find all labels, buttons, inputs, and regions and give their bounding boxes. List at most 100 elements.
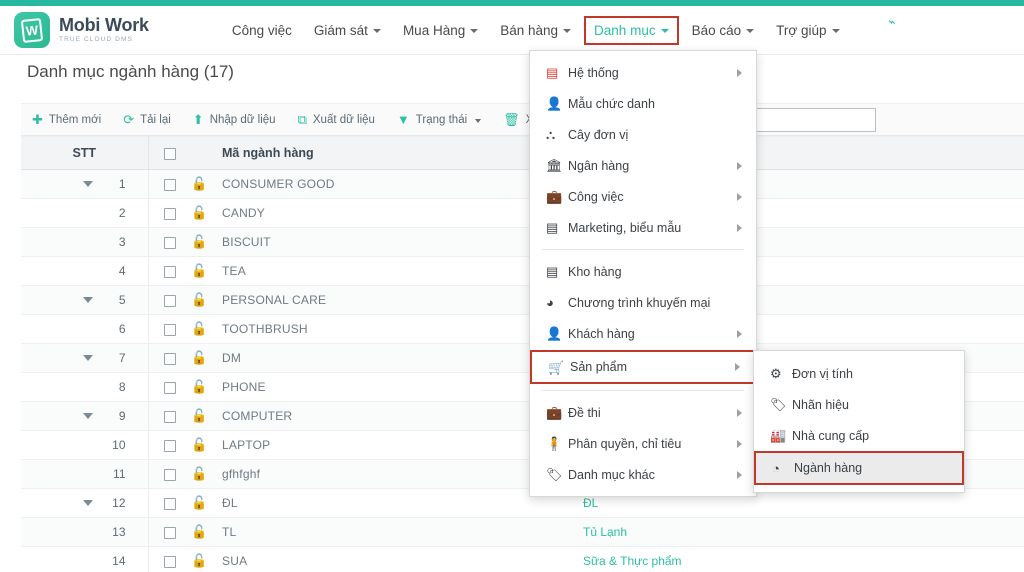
menu-item-g1-1[interactable]: ◕Chương trình khuyến mại <box>530 287 756 318</box>
table-row[interactable]: 6🔓TOOTHBRUSH <box>21 315 1024 344</box>
row-code-cell: COMPUTER <box>217 402 577 431</box>
units-icon: ⚙ <box>770 367 792 380</box>
search-input[interactable] <box>746 108 876 132</box>
table-row[interactable]: 4🔓TEA <box>21 257 1024 286</box>
row-checkbox[interactable] <box>164 498 176 510</box>
row-index-label: 11 <box>113 467 125 481</box>
row-checkbox[interactable] <box>164 237 176 249</box>
cart-icon: 🛒 <box>548 361 570 374</box>
unlock-icon[interactable]: 🔓 <box>191 234 207 249</box>
expand-arrow-icon[interactable] <box>83 413 93 419</box>
row-checkbox[interactable] <box>164 556 176 568</box>
row-code-cell: TL <box>217 518 577 547</box>
org-tree-icon: ⛬ <box>546 128 568 141</box>
toolbar-button-4[interactable]: ▼Trạng thái <box>386 104 492 135</box>
column-header-code[interactable]: Mã ngành hàng <box>217 137 577 170</box>
unlock-icon[interactable]: 🔓 <box>191 524 207 539</box>
row-checkbox[interactable] <box>164 266 176 278</box>
menu-item-g1-3[interactable]: 🛒Sản phẩm <box>530 350 756 384</box>
nav-item-1[interactable]: Giám sát <box>305 17 390 44</box>
unlock-icon[interactable]: 🔓 <box>191 379 207 394</box>
customer-icon: 👤 <box>546 327 568 340</box>
row-checkbox[interactable] <box>164 353 176 365</box>
expand-arrow-icon[interactable] <box>83 297 93 303</box>
toolbar-button-3[interactable]: ⧉Xuất dữ liệu <box>287 104 386 135</box>
submenu-item-2[interactable]: 🏭Nhà cung cấp <box>754 420 964 451</box>
menu-item-g0-3[interactable]: 🏛Ngân hàng <box>530 150 756 181</box>
expand-arrow-icon[interactable] <box>83 500 93 506</box>
menu-item-g1-0[interactable]: ▤Kho hàng <box>530 256 756 287</box>
menu-item-g2-1[interactable]: 🧍Phân quyền, chỉ tiêu <box>530 428 756 459</box>
submenu-item-3[interactable]: ◔Ngành hàng <box>754 451 964 485</box>
chevron-right-icon <box>737 409 742 417</box>
toolbar-button-label: Tải lại <box>140 114 171 126</box>
menu-item-g0-1[interactable]: 👤Mẫu chức danh <box>530 88 756 119</box>
menu-item-g1-2[interactable]: 👤Khách hàng <box>530 318 756 349</box>
chevron-down-icon <box>373 29 381 33</box>
toolbar-button-0[interactable]: ✚Thêm mới <box>21 104 112 135</box>
row-checkbox[interactable] <box>164 527 176 539</box>
chevron-right-icon <box>737 193 742 201</box>
menu-item-g0-2[interactable]: ⛬Cây đơn vị <box>530 119 756 150</box>
submenu-item-1[interactable]: 🏷Nhãn hiệu <box>754 389 964 420</box>
unlock-icon[interactable]: 🔓 <box>191 408 207 423</box>
nav-item-5[interactable]: Báo cáo <box>683 17 764 44</box>
column-header-stt[interactable]: STT <box>21 137 148 170</box>
nav-item-0[interactable]: Công việc <box>223 17 301 44</box>
toolbar-button-2[interactable]: ⬆Nhập dữ liệu <box>182 104 287 135</box>
nav-item-2[interactable]: Mua Hàng <box>394 17 487 44</box>
san-pham-submenu: ⚙Đơn vị tính🏷Nhãn hiệu🏭Nhà cung cấp◔Ngàn… <box>753 350 965 493</box>
menu-item-g2-2[interactable]: 🏷Danh mục khác <box>530 459 756 490</box>
brand-logo[interactable]: W Mobi Work TRUE CLOUD DMS <box>14 12 149 48</box>
select-all-checkbox[interactable] <box>164 148 176 160</box>
row-checkbox[interactable] <box>164 295 176 307</box>
chevron-down-icon <box>746 29 754 33</box>
refresh-icon: ⟳ <box>123 113 134 126</box>
unlock-icon[interactable]: 🔓 <box>191 263 207 278</box>
table-row[interactable]: 2🔓CANDY <box>21 199 1024 228</box>
nav-item-4[interactable]: Danh mục <box>584 16 679 45</box>
unlock-icon[interactable]: 🔓 <box>191 553 207 568</box>
toolbar-button-label: Thêm mới <box>49 114 101 126</box>
row-index-label: 14 <box>112 554 125 568</box>
row-index-cell: 9 <box>21 402 148 431</box>
expand-arrow-icon[interactable] <box>83 181 93 187</box>
row-checkbox[interactable] <box>164 469 176 481</box>
nav-item-label: Mua Hàng <box>403 23 465 38</box>
menu-item-g2-0[interactable]: 💼Đề thi <box>530 397 756 428</box>
row-code-cell: BISCUIT <box>217 228 577 257</box>
row-index-cell: 12 <box>21 489 148 518</box>
row-checkbox[interactable] <box>164 382 176 394</box>
menu-item-g0-0[interactable]: ▤Hệ thống <box>530 57 756 88</box>
table-row[interactable]: 5🔓PERSONAL CARE <box>21 286 1024 315</box>
menu-item-g0-4[interactable]: 💼Công việc <box>530 181 756 212</box>
person-icon: 👤 <box>546 97 568 110</box>
row-checkbox[interactable] <box>164 179 176 191</box>
menu-item-g0-5[interactable]: ▤Marketing, biểu mẫu <box>530 212 756 243</box>
unlock-icon[interactable]: 🔓 <box>191 321 207 336</box>
row-checkbox[interactable] <box>164 411 176 423</box>
table-row[interactable]: 1🔓CONSUMER GOOD <box>21 170 1024 199</box>
nav-item-3[interactable]: Bán hàng <box>491 17 580 44</box>
row-lock-cell: 🔓 <box>191 315 217 344</box>
unlock-icon[interactable]: 🔓 <box>191 495 207 510</box>
chevron-right-icon <box>737 224 742 232</box>
unlock-icon[interactable]: 🔓 <box>191 292 207 307</box>
unlock-icon[interactable]: 🔓 <box>191 466 207 481</box>
row-lock-cell: 🔓 <box>191 373 217 402</box>
toolbar-button-1[interactable]: ⟳ Tải lại <box>112 104 182 135</box>
submenu-item-0[interactable]: ⚙Đơn vị tính <box>754 358 964 389</box>
expand-arrow-icon[interactable] <box>83 355 93 361</box>
unlock-icon[interactable]: 🔓 <box>191 350 207 365</box>
unlock-icon[interactable]: 🔓 <box>191 205 207 220</box>
nav-item-6[interactable]: Trợ giúp <box>767 17 848 44</box>
row-checkbox[interactable] <box>164 324 176 336</box>
menu-item-label: Kho hàng <box>568 265 742 279</box>
table-row[interactable]: 3🔓BISCUIT <box>21 228 1024 257</box>
unlock-icon[interactable]: 🔓 <box>191 176 207 191</box>
row-checkbox[interactable] <box>164 208 176 220</box>
unlock-icon[interactable]: 🔓 <box>191 437 207 452</box>
table-row[interactable]: 13🔓TLTủ Lạnh <box>21 518 1024 547</box>
table-row[interactable]: 14🔓SUASữa & Thực phẩm <box>21 547 1024 572</box>
row-checkbox[interactable] <box>164 440 176 452</box>
